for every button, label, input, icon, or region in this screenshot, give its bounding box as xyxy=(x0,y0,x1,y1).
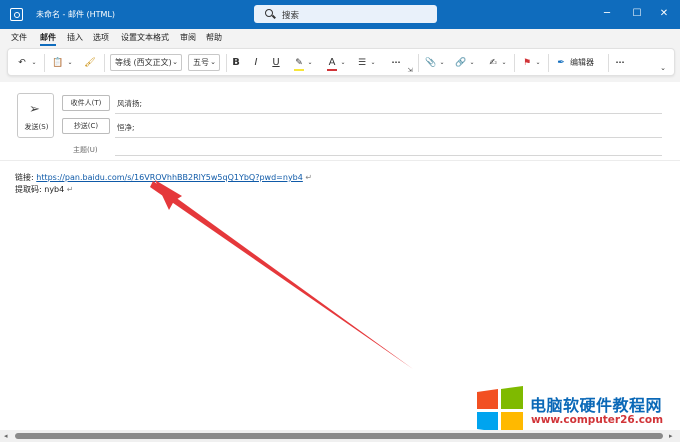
editor-button[interactable]: 编辑器 xyxy=(570,55,600,71)
dialog-launcher-icon[interactable]: ⇲ xyxy=(406,63,414,79)
highlight-icon[interactable]: ✎ xyxy=(292,55,306,71)
ribbon-separator xyxy=(548,54,549,72)
send-icon: ➢ xyxy=(29,102,40,117)
link-dropdown-icon[interactable]: ⌄ xyxy=(468,55,476,71)
body-code-line: 提取码: nyb4 ↵ xyxy=(15,184,73,195)
paste-dropdown-icon[interactable]: ⌄ xyxy=(66,55,74,71)
signature-dropdown-icon[interactable]: ⌄ xyxy=(500,55,508,71)
ribbon-separator xyxy=(44,54,45,72)
compose-area xyxy=(0,82,680,430)
cc-field-underline xyxy=(115,137,662,138)
signature-icon[interactable]: ✍ xyxy=(486,55,500,71)
menu-bar: 文件 邮件 插入 选项 设置文本格式 审阅 帮助 xyxy=(0,29,680,46)
ribbon-separator xyxy=(226,54,227,72)
flag-icon[interactable]: ⚑ xyxy=(520,55,534,71)
menu-review[interactable]: 审阅 xyxy=(180,32,196,43)
scrollbar-thumb[interactable] xyxy=(15,433,663,439)
to-button[interactable]: 收件人(T) xyxy=(62,95,110,111)
paste-icon[interactable]: 📋 xyxy=(50,55,66,71)
undo-icon[interactable]: ↶ xyxy=(14,55,30,71)
scroll-left-icon[interactable]: ◂ xyxy=(4,432,8,440)
to-field-underline xyxy=(115,113,662,114)
ribbon-separator xyxy=(104,54,105,72)
subject-field[interactable] xyxy=(115,155,662,156)
ribbon-separator xyxy=(514,54,515,72)
cc-button[interactable]: 抄送(C) xyxy=(62,118,110,134)
undo-dropdown-icon[interactable]: ⌄ xyxy=(30,55,38,71)
window-title: 未命名 - 邮件 (HTML) xyxy=(36,10,116,19)
scroll-right-icon[interactable]: ▸ xyxy=(669,432,673,440)
code-label: 提取码: xyxy=(15,185,45,194)
flag-dropdown-icon[interactable]: ⌄ xyxy=(534,55,542,71)
format-painter-icon[interactable]: 🖌 xyxy=(82,55,98,71)
highlight-dropdown-icon[interactable]: ⌄ xyxy=(306,55,314,71)
ribbon-separator xyxy=(608,54,609,72)
attach-dropdown-icon[interactable]: ⌄ xyxy=(438,55,446,71)
search-icon xyxy=(265,9,273,17)
menu-options[interactable]: 选项 xyxy=(93,32,109,43)
chevron-down-icon: ⌄ xyxy=(210,58,216,66)
font-color-dropdown-icon[interactable]: ⌄ xyxy=(339,55,347,71)
font-size-value: 五号 xyxy=(193,58,209,67)
bullets-dropdown-icon[interactable]: ⌄ xyxy=(369,55,377,71)
menu-message[interactable]: 邮件 xyxy=(40,32,56,43)
font-name-select[interactable]: 等线 (西文正文) ⌄ xyxy=(110,54,182,71)
outlook-app-icon xyxy=(10,8,23,21)
font-color-bar xyxy=(327,69,337,71)
minimize-button[interactable]: ─ xyxy=(600,7,614,21)
more-format-button[interactable]: ··· xyxy=(388,55,404,71)
header-body-divider xyxy=(0,160,680,161)
bullets-icon[interactable]: ☰ xyxy=(355,55,369,71)
ribbon-expand-icon[interactable]: ⌄ xyxy=(658,60,668,76)
highlight-color-bar xyxy=(294,69,304,71)
link-icon[interactable]: 🔗 xyxy=(454,55,468,71)
watermark-site-name: 电脑软硬件教程网 xyxy=(530,396,663,415)
send-button[interactable]: ➢ 发送(S) xyxy=(17,93,54,138)
send-label: 发送(S) xyxy=(24,123,49,131)
ribbon-separator xyxy=(418,54,419,72)
underline-button[interactable]: U xyxy=(269,55,283,71)
search-box[interactable]: 搜索 xyxy=(254,5,437,23)
cc-field[interactable]: 恒净; xyxy=(117,122,135,133)
italic-button[interactable]: I xyxy=(249,55,263,71)
search-placeholder: 搜索 xyxy=(282,11,300,21)
paragraph-mark: ↵ xyxy=(66,185,74,194)
paragraph-mark: ↵ xyxy=(305,173,313,182)
maximize-button[interactable]: ☐ xyxy=(630,7,644,21)
horizontal-scrollbar[interactable]: ◂ ▸ xyxy=(0,430,680,442)
menu-file[interactable]: 文件 xyxy=(11,32,27,43)
close-button[interactable]: ✕ xyxy=(657,7,671,21)
extraction-code: nyb4 xyxy=(44,185,65,194)
ribbon-toolbar: ↶ ⌄ 📋 ⌄ 🖌 等线 (西文正文) ⌄ 五号 ⌄ B I U ✎ ⌄ A ⌄… xyxy=(7,48,675,76)
bold-button[interactable]: B xyxy=(229,55,243,71)
windows-logo-watermark xyxy=(477,386,523,435)
attach-file-icon[interactable]: 📎 xyxy=(424,55,438,71)
share-link[interactable]: https://pan.baidu.com/s/16VROVhhBB2RlY5w… xyxy=(36,173,303,182)
to-field[interactable]: 风清扬; xyxy=(117,98,142,109)
title-bar: 未命名 - 邮件 (HTML) 搜索 ─ ☐ ✕ xyxy=(0,0,680,29)
more-commands-button[interactable]: ··· xyxy=(612,55,628,71)
watermark-site-url: www.computer26.com xyxy=(531,414,664,426)
font-color-icon[interactable]: A xyxy=(325,55,339,71)
subject-label: 主题(U) xyxy=(73,146,98,154)
menu-insert[interactable]: 插入 xyxy=(67,32,83,43)
font-size-select[interactable]: 五号 ⌄ xyxy=(188,54,220,71)
editor-icon[interactable]: ✒ xyxy=(554,55,568,71)
body-link-line: 链接: https://pan.baidu.com/s/16VROVhhBB2R… xyxy=(15,172,312,183)
font-name-value: 等线 (西文正文) xyxy=(115,58,172,67)
menu-help[interactable]: 帮助 xyxy=(206,32,222,43)
link-label: 链接: xyxy=(15,173,37,182)
chevron-down-icon: ⌄ xyxy=(172,58,178,66)
menu-format-text[interactable]: 设置文本格式 xyxy=(121,32,169,43)
